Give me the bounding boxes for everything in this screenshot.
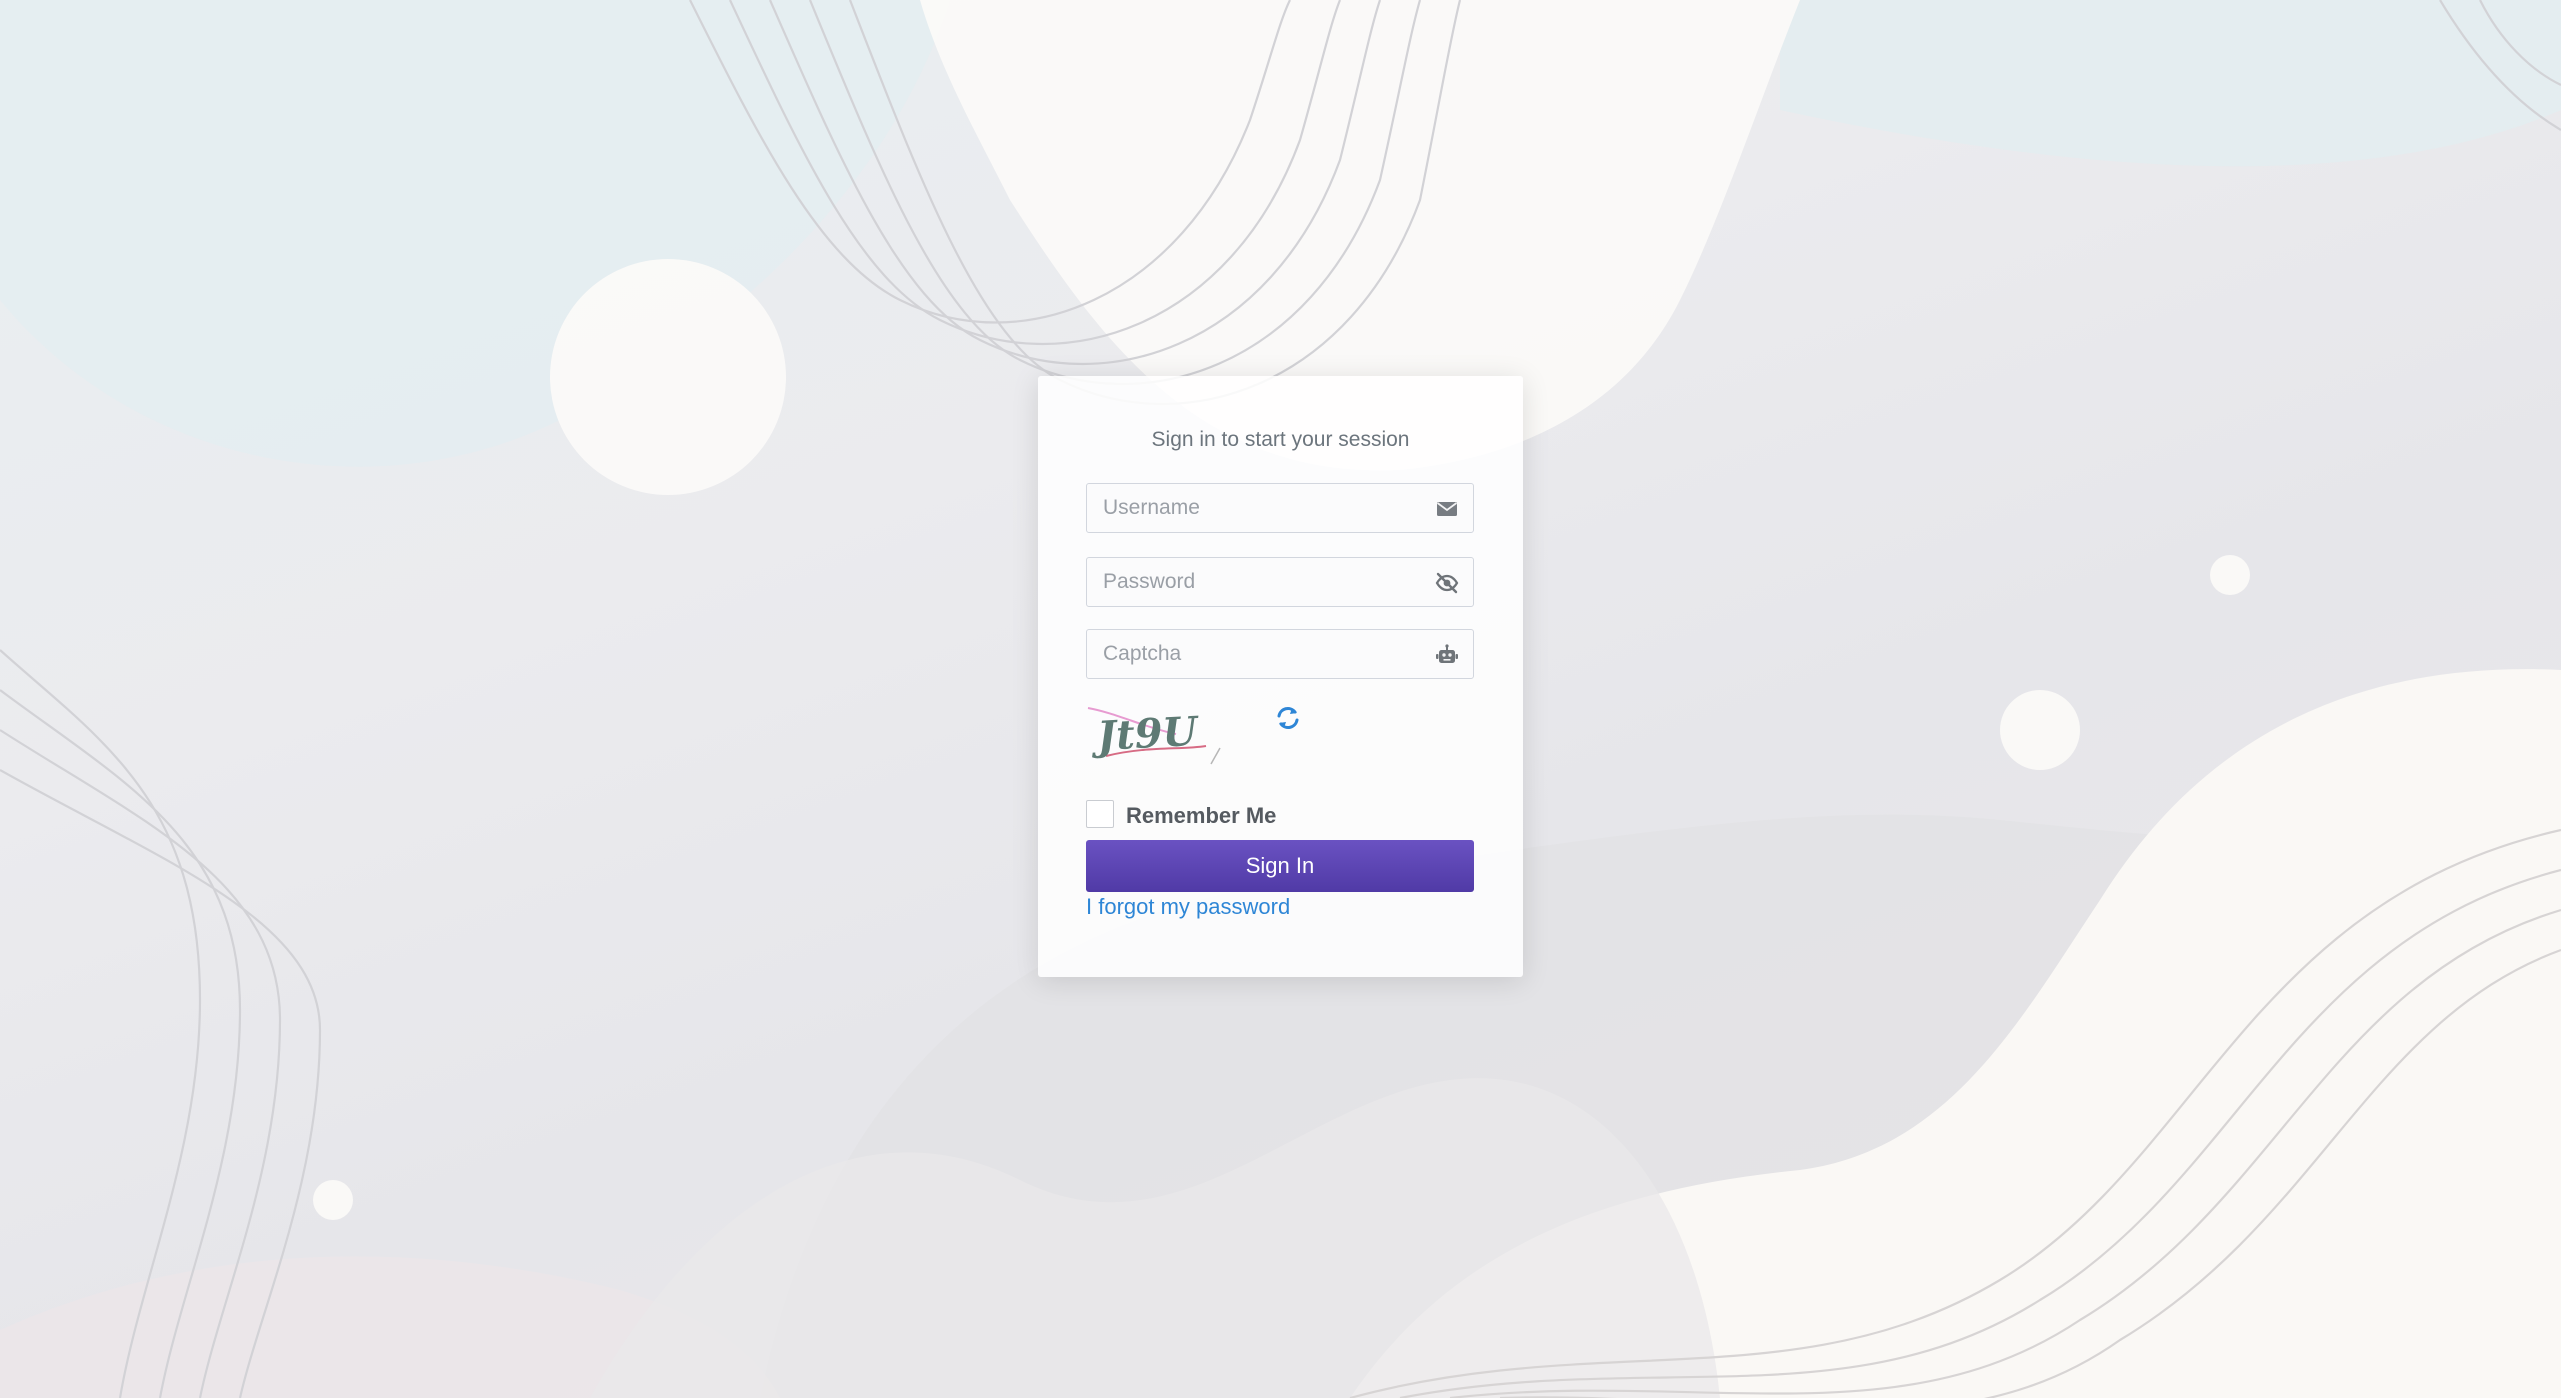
login-box-message: Sign in to start your session <box>1151 428 1410 451</box>
remember-me-checkbox[interactable] <box>1086 800 1114 828</box>
captcha-text: Jt9U <box>1089 708 1201 761</box>
password-field <box>1086 557 1474 607</box>
username-field <box>1086 483 1474 533</box>
eye-slash-icon[interactable] <box>1435 571 1459 595</box>
captcha-input[interactable] <box>1087 630 1417 678</box>
login-card: Sign in to start your session Username C… <box>1038 376 1523 977</box>
remember-me-label[interactable]: Remember Me <box>1126 803 1276 829</box>
password-input[interactable] <box>1087 558 1417 606</box>
captcha-field <box>1086 629 1474 679</box>
login-page: Sign in to start your session Username C… <box>0 0 2561 1398</box>
robot-icon <box>1436 644 1458 663</box>
sign-in-button[interactable]: Sign In <box>1086 840 1474 892</box>
username-input[interactable] <box>1087 484 1417 532</box>
captcha-image: Jt9U <box>1087 707 1221 765</box>
envelope-icon <box>1436 502 1458 516</box>
refresh-icon[interactable] <box>1274 704 1302 732</box>
forgot-password-link[interactable]: I forgot my password <box>1086 894 1290 920</box>
